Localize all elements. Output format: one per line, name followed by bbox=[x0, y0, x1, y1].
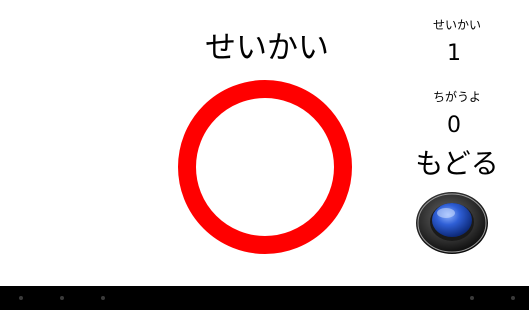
back-button[interactable] bbox=[415, 189, 489, 255]
nav-dot bbox=[60, 296, 64, 300]
nav-dot bbox=[19, 296, 23, 300]
wrong-label: ちがうよ bbox=[432, 90, 481, 104]
correct-count: 1 bbox=[447, 41, 461, 66]
back-label: もどる bbox=[415, 147, 499, 180]
nav-dot bbox=[511, 296, 515, 300]
result-title: せいかい bbox=[205, 30, 329, 66]
quiz-result-screen: せいかい せいかい 1 ちがうよ 0 もどる bbox=[0, 0, 529, 310]
nav-dot bbox=[101, 296, 105, 300]
correct-label: せいかい bbox=[432, 18, 481, 32]
wrong-count: 0 bbox=[447, 113, 461, 138]
nav-dot bbox=[470, 296, 474, 300]
circle-mark-icon bbox=[178, 80, 352, 254]
system-nav-bar bbox=[0, 286, 529, 310]
blue-round-button-icon bbox=[416, 192, 488, 254]
